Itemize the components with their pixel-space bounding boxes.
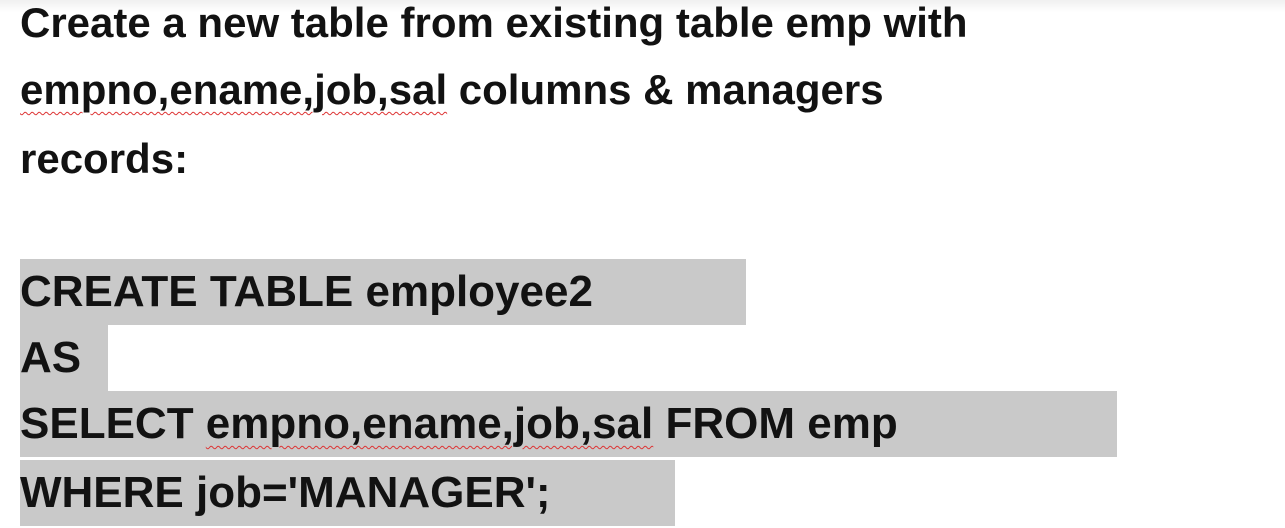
heading-columns-text: empno,ename,job,sal xyxy=(20,66,448,113)
sql-line-1: CREATE TABLE employee2 xyxy=(20,259,746,325)
heading-line-1: Create a new table from existing table e… xyxy=(20,0,968,51)
heading-line-2-rest: columns & managers xyxy=(447,66,884,113)
sql-line-3: SELECT empno,ename,job,sal FROM emp xyxy=(20,391,1117,457)
sql-line-1-text: CREATE TABLE employee2 xyxy=(20,267,593,316)
heading-line-2: empno,ename,job,sal columns & managers xyxy=(20,62,884,118)
heading-line-3: records: xyxy=(20,131,188,187)
sql-line-2-text: AS xyxy=(20,333,82,382)
sql-line-2: AS xyxy=(20,325,108,391)
sql-select-keyword: SELECT xyxy=(20,399,206,448)
heading-line-1-text: Create a new table from existing table e… xyxy=(20,0,968,46)
sql-line-3-rest: FROM emp xyxy=(653,399,898,448)
sql-columns-text: empno,ename,job,sal xyxy=(205,399,654,448)
heading-line-3-text: records: xyxy=(20,135,189,182)
sql-line-4-text: WHERE job='MANAGER'; xyxy=(20,468,551,517)
sql-line-4: WHERE job='MANAGER'; xyxy=(20,460,675,526)
